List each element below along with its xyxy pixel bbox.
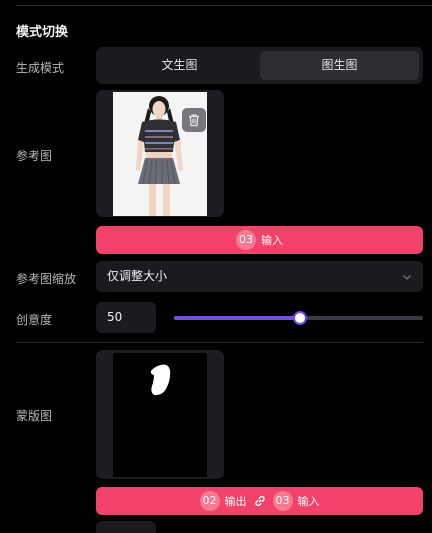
mode-label: 生成模式 [16, 61, 65, 75]
top-divider [16, 5, 432, 6]
creativity-label: 创意度 [16, 313, 53, 327]
delete-reference-button[interactable] [182, 108, 206, 132]
ref-scale-label: 参考图缩放 [16, 272, 77, 286]
mask-io-button[interactable]: 02 输出 03 输入 [96, 487, 423, 515]
input-badge: 03 [272, 491, 293, 511]
creativity-slider[interactable] [174, 311, 423, 325]
next-field-stub [96, 521, 156, 533]
output-badge: 02 [199, 491, 220, 511]
mode-option-image-to-image[interactable]: 图生图 [260, 51, 419, 80]
input-badge: 03 [236, 230, 256, 250]
mask-label: 蒙版图 [16, 409, 53, 423]
mask-image [113, 353, 207, 477]
creativity-slider-fill [174, 316, 299, 320]
creativity-input[interactable]: 50 [96, 302, 156, 333]
mode-toggle: 文生图 图生图 [96, 47, 423, 84]
input-label: 输入 [261, 234, 283, 247]
mask-image-card[interactable] [96, 350, 224, 479]
link-icon [254, 495, 265, 507]
reference-label: 参考图 [16, 149, 53, 163]
ref-scale-value: 仅调整大小 [107, 269, 168, 283]
mode-option-text-to-image[interactable]: 文生图 [100, 51, 259, 80]
input-label: 输入 [297, 495, 320, 508]
creativity-slider-thumb[interactable] [292, 311, 307, 325]
section-title: 模式切换 [16, 25, 69, 40]
chevron-down-icon [403, 275, 411, 280]
trash-icon [189, 114, 199, 127]
ref-scale-select[interactable]: 仅调整大小 [96, 261, 423, 292]
output-label: 输出 [224, 495, 247, 508]
reference-input-button[interactable]: 03 输入 [96, 226, 423, 254]
section-divider [16, 342, 423, 343]
